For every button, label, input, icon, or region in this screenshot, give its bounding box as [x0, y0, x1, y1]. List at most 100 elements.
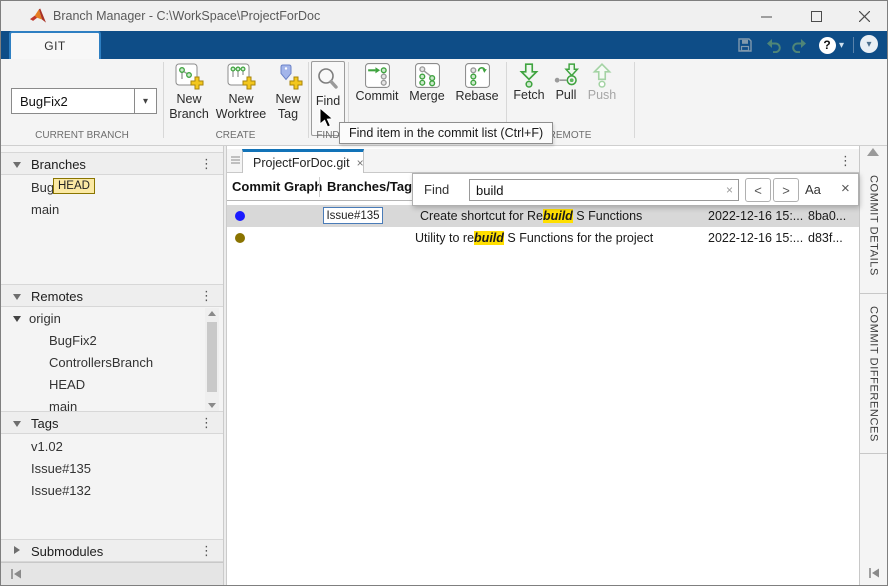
find-close-icon[interactable]: × [841, 180, 850, 197]
match-case-button[interactable]: Aa [805, 182, 821, 197]
tab-list-icon[interactable] [231, 156, 240, 166]
tags-title: Tags [31, 416, 58, 431]
remote-branch-label: HEAD [49, 377, 85, 392]
collapse-triangle-icon[interactable] [13, 162, 21, 168]
chevron-left-icon: < [754, 183, 762, 198]
collapse-right-icon[interactable] [867, 566, 881, 580]
new-branch-label-1: New [176, 92, 201, 107]
find-input[interactable] [470, 180, 718, 200]
tabbar-menu-icon[interactable]: ⋮ [839, 153, 852, 169]
window-title: Branch Manager - C:\WorkSpace\ProjectFor… [53, 9, 320, 23]
tab-commit-details[interactable]: COMMIT DETAILS [860, 158, 887, 294]
collapse-left-icon[interactable] [9, 567, 23, 581]
find-tooltip: Find item in the commit list (Ctrl+F) [339, 122, 553, 144]
rebase-label: Rebase [455, 89, 498, 104]
column-branches-tags[interactable]: Branches/Tags [327, 179, 419, 194]
scroll-down-icon[interactable] [208, 403, 216, 408]
tag-item[interactable]: v1.02 [1, 436, 205, 458]
new-worktree-label-2: Worktree [216, 107, 266, 122]
commit-dot-blue [235, 211, 245, 221]
collapse-up-icon[interactable] [867, 148, 879, 156]
tab-commit-differences[interactable]: COMMIT DIFFERENCES [860, 294, 887, 454]
section-divider [634, 62, 635, 138]
remote-branch-item[interactable]: ControllersBranch [1, 352, 205, 374]
tag-item[interactable]: Issue#132 [1, 480, 205, 502]
find-next-button[interactable]: > [773, 178, 799, 202]
save-icon [737, 37, 753, 53]
branch-item-bugfix2[interactable]: BugFix2 HEAD [1, 177, 205, 199]
submodules-menu-icon[interactable]: ⋮ [200, 543, 213, 559]
commit-row-selected[interactable]: Issue#135 Create shortcut for Rebuild S … [227, 205, 859, 227]
tag-item[interactable]: Issue#135 [1, 458, 205, 480]
toolstrip-collapse-button[interactable]: ▾ [859, 35, 879, 53]
sidebar: Branches ⋮ BugFix2 HEAD main Remotes ⋮ o… [1, 146, 223, 585]
combo-dropdown-button[interactable]: ▾ [134, 89, 156, 113]
tags-menu-icon[interactable]: ⋮ [200, 415, 213, 431]
expand-triangle-icon[interactable] [14, 546, 20, 554]
commit-dot-olive [235, 233, 245, 243]
minimize-button[interactable] [743, 1, 789, 31]
find-bar: Find × < > Aa × [412, 173, 859, 206]
branch-manager-window: Branch Manager - C:\WorkSpace\ProjectFor… [0, 0, 888, 586]
maximize-button[interactable] [793, 1, 839, 31]
remote-branch-item[interactable]: HEAD [1, 374, 205, 396]
message-match-highlight: build [474, 231, 504, 245]
remote-branch-label: BugFix2 [49, 333, 97, 348]
tab-git[interactable]: GIT [9, 31, 101, 59]
section-header-branches[interactable]: Branches ⋮ [1, 152, 223, 175]
collapse-triangle-icon[interactable] [13, 421, 21, 427]
tab-git-label: GIT [44, 39, 66, 53]
remote-branch-label: main [49, 399, 77, 411]
help-button[interactable]: ? [817, 36, 837, 54]
remote-branch-item[interactable]: BugFix2 [1, 330, 205, 352]
rebase-button[interactable]: Rebase [451, 62, 503, 104]
section-header-tags[interactable]: Tags ⋮ [1, 411, 223, 434]
commit-row[interactable]: Utility to rebuild S Functions for the p… [227, 227, 859, 249]
remote-item-origin[interactable]: origin [1, 308, 205, 330]
fetch-button[interactable]: Fetch [509, 62, 549, 103]
tab-close-icon[interactable]: × [357, 156, 364, 170]
message-match-highlight: build [543, 209, 573, 223]
redo-button[interactable] [790, 36, 810, 54]
branches-menu-icon[interactable]: ⋮ [200, 156, 213, 172]
clear-icon[interactable]: × [726, 183, 733, 197]
pull-label: Pull [556, 88, 577, 103]
help-caret-icon[interactable]: ▾ [839, 40, 844, 51]
commit-hash: 8ba0... [808, 209, 856, 223]
pull-button[interactable]: Pull [549, 62, 583, 103]
pull-icon [553, 62, 580, 88]
sidebar-bottom-bar [1, 562, 223, 585]
current-branch-combobox[interactable]: BugFix2 ▾ [11, 88, 157, 114]
column-commit-graph[interactable]: Commit Graph [232, 179, 322, 194]
commit-button[interactable]: Commit [351, 62, 403, 104]
expander-icon[interactable] [13, 316, 21, 322]
new-worktree-label-1: New [228, 92, 253, 107]
merge-button[interactable]: Merge [405, 62, 449, 104]
section-header-remotes[interactable]: Remotes ⋮ [1, 284, 223, 307]
remote-branch-item[interactable]: main [1, 396, 205, 411]
new-worktree-button[interactable]: New Worktree [213, 62, 269, 122]
find-previous-button[interactable]: < [745, 178, 771, 202]
commit-message: Create shortcut for Rebuild S Functions [420, 209, 642, 223]
new-branch-button[interactable]: New Branch [165, 62, 213, 122]
scroll-up-icon[interactable] [208, 311, 216, 316]
undo-button[interactable] [763, 36, 783, 54]
collapse-triangle-icon[interactable] [13, 294, 21, 300]
save-button[interactable] [735, 36, 755, 54]
commit-hash: d83f... [808, 231, 856, 245]
new-branch-icon [174, 62, 204, 92]
branch-item-main[interactable]: main [1, 199, 205, 221]
help-icon: ? [819, 37, 836, 54]
tag-label: Issue#132 [31, 483, 91, 498]
close-button[interactable] [841, 1, 887, 31]
remotes-scrollbar[interactable] [205, 308, 219, 411]
new-tag-icon [273, 62, 303, 92]
close-icon [859, 11, 870, 22]
section-header-submodules[interactable]: Submodules ⋮ [1, 539, 223, 562]
new-tag-button[interactable]: New Tag [269, 62, 307, 122]
scrollbar-thumb[interactable] [207, 322, 217, 392]
column-separator[interactable] [319, 177, 320, 197]
tab-projectfordoc-git[interactable]: ProjectForDoc.git × [242, 149, 364, 173]
rebase-icon [464, 62, 491, 89]
remotes-menu-icon[interactable]: ⋮ [200, 288, 213, 304]
